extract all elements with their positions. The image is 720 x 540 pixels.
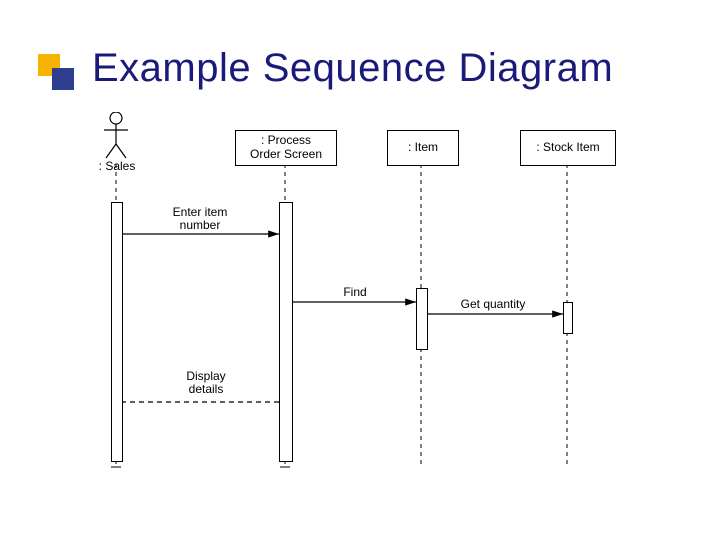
- lifeline-label: : Stock Item: [536, 141, 599, 155]
- lifeline-process-order-screen: : Process Order Screen: [235, 130, 337, 166]
- activation-process-order-screen: [279, 202, 293, 462]
- message-enter-item-number: Enter item number: [160, 206, 240, 232]
- lifeline-label: : Process Order Screen: [250, 134, 322, 162]
- lifeline-stock-item: : Stock Item: [520, 130, 616, 166]
- message-get-quantity: Get quantity: [448, 298, 538, 311]
- activation-sales: [111, 202, 123, 462]
- lifeline-item: : Item: [387, 130, 459, 166]
- message-find: Find: [330, 286, 380, 299]
- message-display-details: Display details: [176, 370, 236, 396]
- title-bullet-icon: [38, 54, 78, 94]
- activation-item: [416, 288, 428, 350]
- lifeline-label: : Item: [408, 141, 438, 155]
- sequence-diagram: : Sales : Process Order Screen : Item : …: [80, 112, 650, 482]
- activation-stock-item: [563, 302, 573, 334]
- slide-title: Example Sequence Diagram: [92, 46, 613, 91]
- actor-sales-label: : Sales: [90, 160, 144, 174]
- actor-icon: [104, 112, 128, 158]
